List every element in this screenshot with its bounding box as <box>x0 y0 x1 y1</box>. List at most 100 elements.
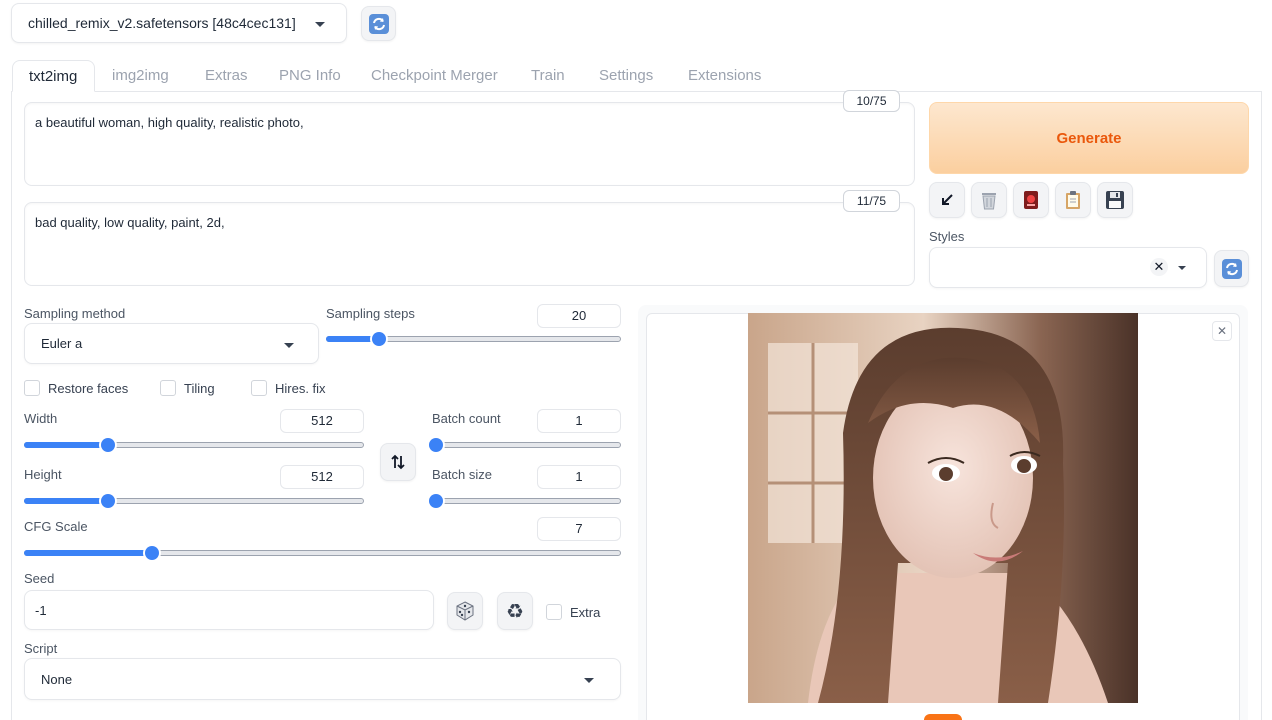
tab-label: PNG Info <box>279 67 341 84</box>
sampling-method-dropdown[interactable]: Euler a <box>24 323 319 364</box>
seed-input[interactable]: -1 <box>24 590 434 630</box>
generate-button[interactable]: Generate <box>929 102 1249 174</box>
sampling-method-value: Euler a <box>41 336 83 351</box>
slider-handle[interactable] <box>145 546 159 560</box>
floppy-disk-icon <box>1106 191 1124 209</box>
generated-image[interactable] <box>748 313 1138 703</box>
checkbox-label: Extra <box>570 604 601 620</box>
script-dropdown[interactable]: None <box>24 658 621 700</box>
tab-img2img[interactable]: img2img <box>112 60 169 92</box>
tab-label: Settings <box>599 67 654 84</box>
clear-prompt-button[interactable] <box>971 182 1007 218</box>
tiling-checkbox[interactable]: Tiling <box>160 380 215 396</box>
width-slider[interactable] <box>24 438 364 452</box>
sampling-method-label: Sampling method <box>24 306 126 321</box>
negative-prompt-token-counter: 11/75 <box>843 190 900 212</box>
tab-png-info[interactable]: PNG Info <box>279 60 341 92</box>
chevron-down-icon <box>584 678 594 683</box>
prompt-token-counter: 10/75 <box>843 90 900 112</box>
checkpoint-dropdown[interactable]: chilled_remix_v2.safetensors [48c4cec131… <box>11 3 347 43</box>
script-label: Script <box>24 641 58 656</box>
tab-label: Extras <box>205 67 248 84</box>
slider-handle[interactable] <box>101 494 115 508</box>
tab-extras[interactable]: Extras <box>205 60 248 92</box>
cfg-scale-slider[interactable] <box>24 546 621 560</box>
show-extra-networks-button[interactable] <box>1013 182 1049 218</box>
checkbox-box[interactable] <box>546 604 562 620</box>
close-icon[interactable]: ✕ <box>1212 321 1232 341</box>
refresh-icon <box>1221 258 1242 279</box>
portrait-image <box>748 313 1138 703</box>
height-input[interactable]: 512 <box>280 465 364 489</box>
styles-label: Styles <box>929 229 965 244</box>
save-style-button[interactable] <box>1097 182 1133 218</box>
script-value: None <box>41 671 73 687</box>
chevron-down-icon <box>315 22 325 27</box>
height-label: Height <box>24 467 62 482</box>
tab-label: img2img <box>112 67 169 84</box>
batch-count-input[interactable]: 1 <box>537 409 621 433</box>
checkbox-box[interactable] <box>24 380 40 396</box>
generate-label: Generate <box>1056 129 1122 147</box>
apply-style-button[interactable] <box>1055 182 1091 218</box>
clear-x-icon[interactable]: ✕ <box>1150 258 1168 276</box>
width-label: Width <box>24 411 58 426</box>
chevron-down-icon <box>1178 266 1186 270</box>
dice-icon <box>456 601 474 621</box>
tab-checkpoint-merger[interactable]: Checkpoint Merger <box>371 60 498 92</box>
slider-handle[interactable] <box>429 438 443 452</box>
refresh-icon <box>368 13 389 34</box>
prompt-textarea[interactable]: a beautiful woman, high quality, realist… <box>24 102 915 186</box>
arrow-down-left-icon <box>942 194 953 205</box>
prompt-text: a beautiful woman, high quality, realist… <box>35 115 304 130</box>
clipboard-icon <box>1066 191 1080 209</box>
checkbox-label: Tiling <box>184 380 215 396</box>
slider-handle[interactable] <box>372 332 386 346</box>
tab-label: Extensions <box>688 67 762 84</box>
cfg-scale-input[interactable]: 7 <box>537 517 621 541</box>
seed-label: Seed <box>24 571 55 586</box>
sampling-steps-slider[interactable] <box>326 332 621 346</box>
swap-arrows-icon <box>391 454 405 470</box>
slider-fill <box>24 550 152 556</box>
gallery-thumbnail[interactable] <box>924 714 962 720</box>
checkbox-box[interactable] <box>160 380 176 396</box>
checkbox-box[interactable] <box>251 380 267 396</box>
restore-faces-checkbox[interactable]: Restore faces <box>24 380 128 396</box>
tab-txt2img[interactable]: txt2img <box>12 60 95 92</box>
tab-extensions[interactable]: Extensions <box>688 60 761 92</box>
tab-label: txt2img <box>29 68 78 85</box>
tab-divider <box>95 91 1262 92</box>
refresh-styles-button[interactable] <box>1214 250 1249 287</box>
seed-value: -1 <box>35 602 47 618</box>
slider-handle[interactable] <box>101 438 115 452</box>
cfg-scale-label: CFG Scale <box>24 519 88 534</box>
negative-prompt-textarea[interactable]: bad quality, low quality, paint, 2d, <box>24 202 915 286</box>
sampling-steps-label: Sampling steps <box>326 306 415 321</box>
tab-label: Checkpoint Merger <box>371 67 498 84</box>
height-slider[interactable] <box>24 494 364 508</box>
batch-size-input[interactable]: 1 <box>537 465 621 489</box>
tab-settings[interactable]: Settings <box>599 60 653 92</box>
width-input[interactable]: 512 <box>280 409 364 433</box>
batch-count-label: Batch count <box>432 411 501 426</box>
checkbox-label: Restore faces <box>48 380 129 396</box>
tab-bar: txt2img img2img Extras PNG Info Checkpoi… <box>0 60 1272 92</box>
negative-prompt-text: bad quality, low quality, paint, 2d, <box>35 215 225 230</box>
card-icon <box>1024 191 1038 209</box>
refresh-checkpoint-button[interactable] <box>361 6 396 41</box>
random-seed-button[interactable] <box>447 592 483 630</box>
trash-icon <box>982 193 996 210</box>
slider-handle[interactable] <box>429 494 443 508</box>
swap-dimensions-button[interactable] <box>380 443 416 481</box>
hires-fix-checkbox[interactable]: Hires. fix <box>251 380 326 396</box>
styles-dropdown[interactable]: ✕ <box>929 247 1207 288</box>
read-params-button[interactable] <box>929 182 965 218</box>
batch-size-slider[interactable] <box>429 494 621 508</box>
batch-count-slider[interactable] <box>429 438 621 452</box>
reuse-seed-button[interactable]: ♻ <box>497 592 533 630</box>
slider-fill <box>24 442 108 448</box>
extra-seed-checkbox[interactable]: Extra <box>546 604 600 620</box>
tab-train[interactable]: Train <box>531 60 565 92</box>
sampling-steps-input[interactable]: 20 <box>537 304 621 328</box>
